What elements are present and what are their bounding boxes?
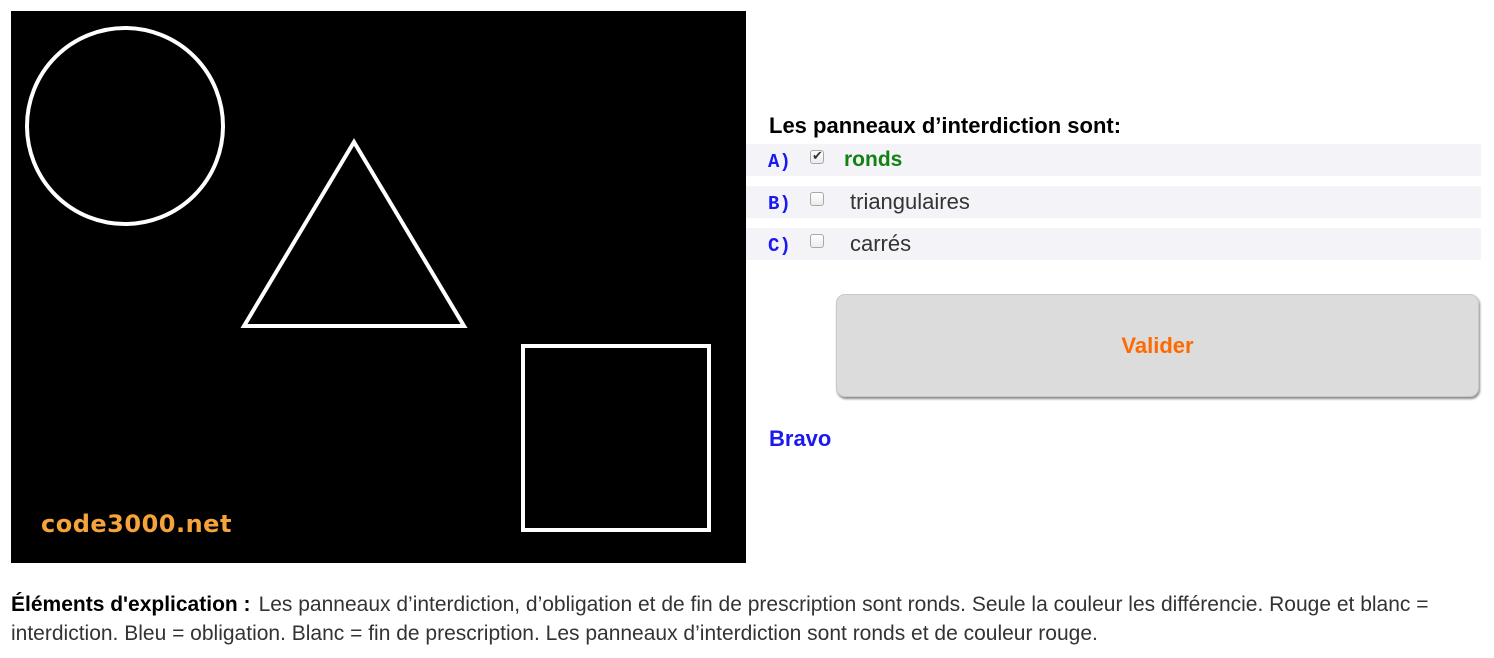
answer-letter: A): [768, 151, 791, 173]
answer-label: triangulaires: [850, 189, 970, 214]
triangle-shape: [240, 138, 468, 328]
question-image: code3000.net: [11, 11, 746, 563]
explanation-label: Éléments d'explication :: [11, 593, 251, 616]
validate-button[interactable]: Valider: [836, 294, 1479, 397]
answer-checkbox-a[interactable]: ✔: [810, 149, 824, 164]
square-shape: [521, 344, 711, 532]
explanation-block: Éléments d'explication : Les panneaux d’i…: [11, 590, 1486, 648]
answer-checkbox-b[interactable]: [810, 192, 824, 206]
question-panel: Les panneaux d’interdiction sont: A) ✔ r…: [746, 0, 1494, 560]
answer-option-a[interactable]: A) ✔ ronds: [746, 144, 1481, 176]
answer-option-b[interactable]: B) triangulaires: [746, 186, 1481, 218]
watermark-logo: code3000.net: [41, 510, 232, 538]
quiz-page: code3000.net Les panneaux d’interdiction…: [0, 0, 1494, 658]
answer-label: ronds: [844, 148, 903, 171]
answer-letter: C): [768, 235, 791, 257]
question-title: Les panneaux d’interdiction sont:: [769, 113, 1122, 138]
answer-checkbox-c[interactable]: [810, 234, 824, 248]
feedback-message: Bravo: [769, 426, 832, 451]
checkmark-icon: ✔: [812, 149, 823, 164]
answer-option-c[interactable]: C) carrés: [746, 228, 1481, 260]
circle-shape: [25, 26, 225, 226]
answer-letter: B): [768, 193, 791, 215]
shapes-illustration: [25, 26, 711, 532]
answer-label: carrés: [850, 231, 912, 256]
